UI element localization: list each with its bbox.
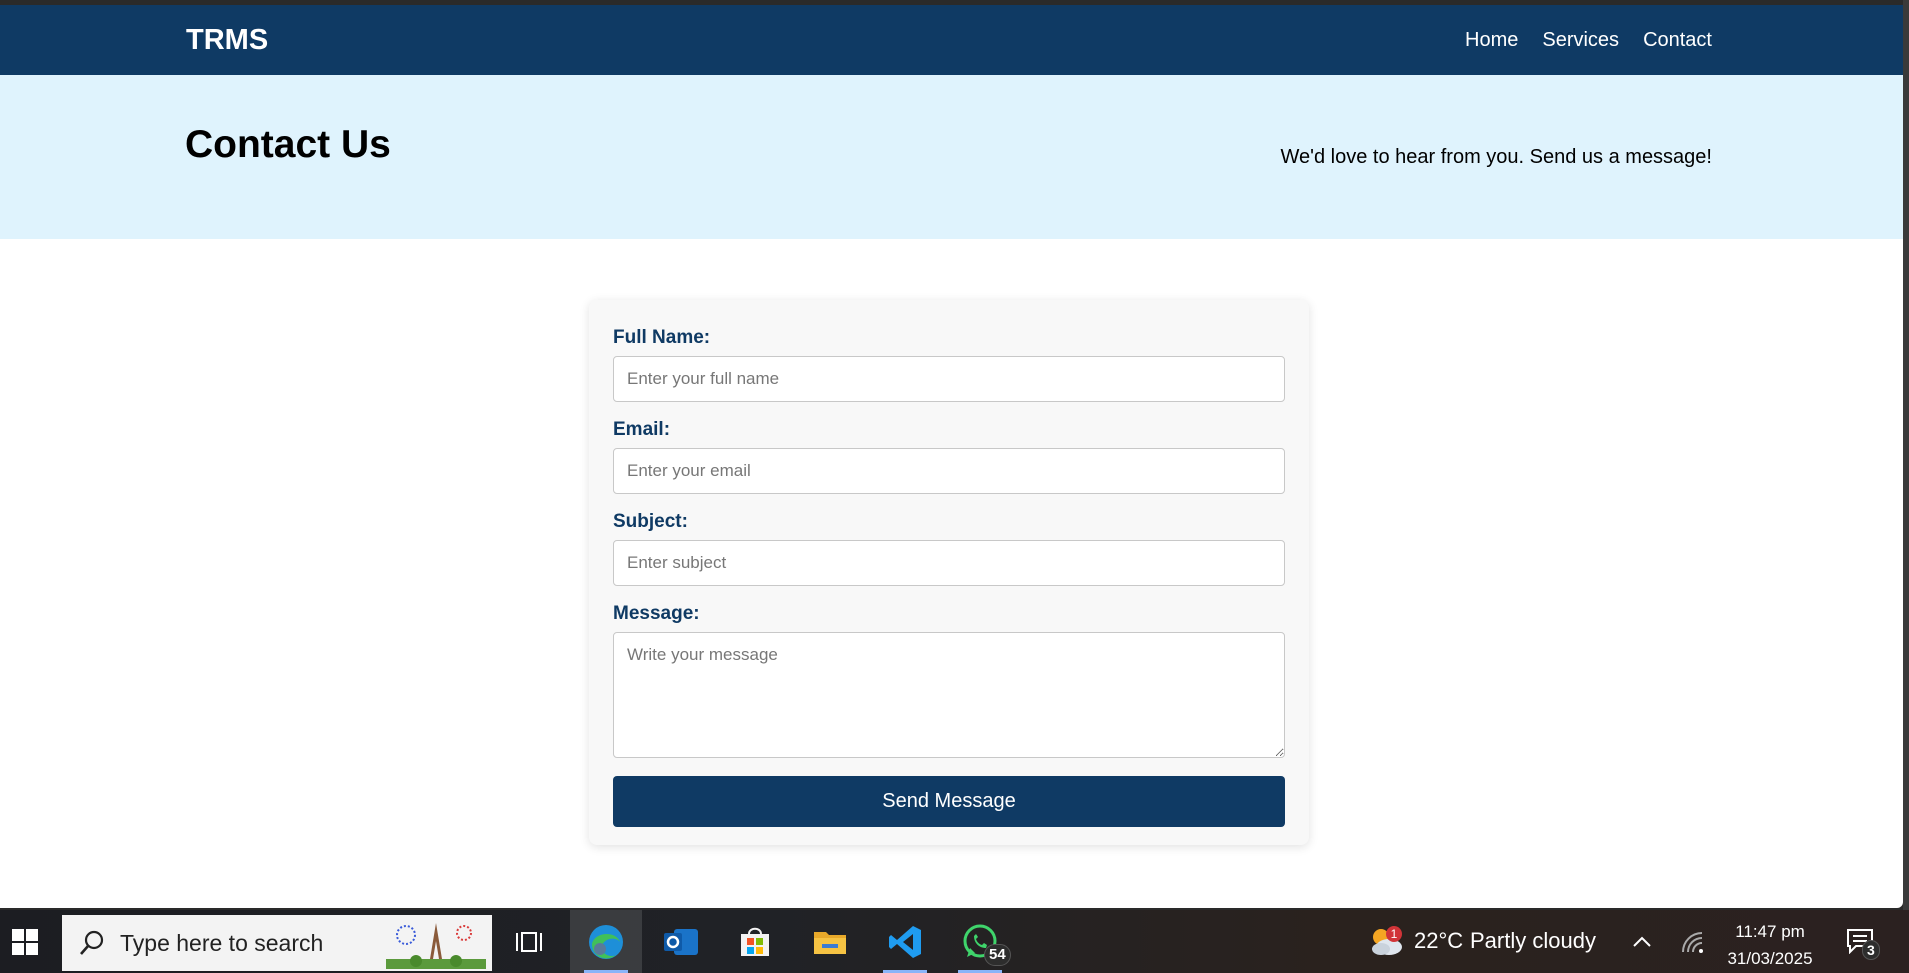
whatsapp-unread-badge: 54 [984,944,1011,966]
vscode-icon [889,926,921,958]
main-nav: Home Services Contact [1465,29,1712,52]
window-edge [1903,0,1909,910]
network-button[interactable] [1680,930,1706,954]
email-label: Email: [613,419,671,440]
taskbar-outlook[interactable] [659,920,703,964]
full-name-label: Full Name: [613,327,711,348]
nav-link-services[interactable]: Services [1542,29,1619,52]
browser-viewport: TRMS Home Services Contact Contact Us We… [0,5,1903,908]
send-message-button[interactable]: Send Message [613,776,1285,827]
search-placeholder: Type here to search [120,929,324,956]
hero-banner: Contact Us We'd love to hear from you. S… [0,75,1903,239]
page-title: Contact Us [185,123,391,166]
taskbar-edge[interactable] [570,910,642,973]
windows-taskbar: Type here to search 54 1 22°C Partly clo… [0,910,1909,973]
taskbar-store[interactable] [733,920,777,964]
search-icon [80,930,104,955]
site-header: TRMS Home Services Contact [0,5,1903,75]
hero-tagline: We'd love to hear from you. Send us a me… [1280,146,1712,168]
task-view-icon [516,932,542,952]
subject-input[interactable] [613,540,1285,586]
notification-count-badge: 3 [1862,940,1880,960]
chevron-up-icon [1633,936,1651,947]
message-textarea[interactable] [613,632,1285,758]
taskbar-search-box[interactable]: Type here to search [62,915,492,971]
weather-condition: Partly cloudy [1470,928,1596,953]
contact-form: Full Name: Email: Subject: Message: Send… [589,300,1309,845]
outlook-icon [664,929,698,955]
clock-date: 31/03/2025 [1727,949,1813,968]
task-view-button[interactable] [507,920,551,964]
search-highlight-eiffel-icon [386,923,486,969]
full-name-input[interactable] [613,356,1285,402]
taskbar-whatsapp[interactable]: 54 [958,920,1011,973]
email-input[interactable] [613,448,1285,494]
store-icon [741,927,769,956]
subject-label: Subject: [613,511,688,532]
site-logo[interactable]: TRMS [186,24,268,57]
windows-logo-icon [12,928,38,955]
file-explorer-icon [814,932,846,954]
system-clock[interactable]: 11:47 pm 31/03/2025 [1720,918,1820,972]
wifi-icon [1682,932,1703,953]
message-label: Message: [613,603,700,624]
clock-time: 11:47 pm [1735,922,1805,941]
nav-link-home[interactable]: Home [1465,29,1518,52]
start-button[interactable] [0,910,50,973]
taskbar-file-explorer[interactable] [808,920,852,964]
notification-center-button[interactable]: 3 [1846,928,1886,964]
weather-temperature: 22°C [1414,928,1464,953]
edge-icon [589,924,623,959]
taskbar-vscode[interactable] [883,920,927,973]
weather-widget[interactable]: 1 22°C Partly cloudy [1362,910,1602,973]
nav-link-contact[interactable]: Contact [1643,29,1712,52]
weather-alert-badge: 1 [1386,926,1402,942]
show-hidden-icons-button[interactable] [1630,930,1654,954]
